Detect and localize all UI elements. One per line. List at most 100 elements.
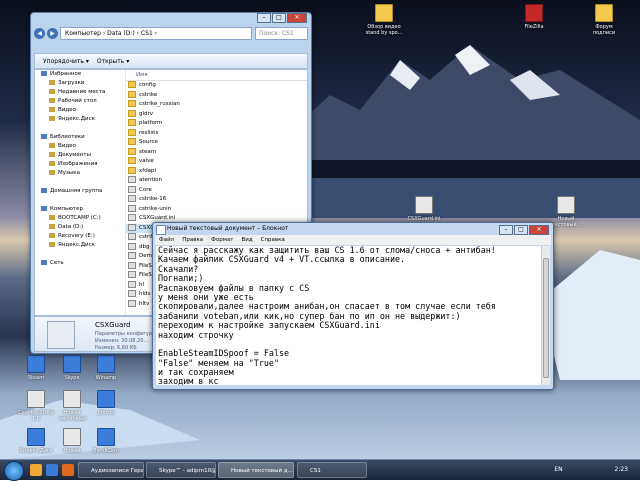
nav-item-label: Рабочий стол [58, 98, 97, 104]
clock[interactable]: 2:23 [615, 466, 628, 473]
menu-item[interactable]: Справка [261, 237, 285, 243]
file-row[interactable]: reslists [126, 128, 307, 139]
language-indicator[interactable]: EN [554, 466, 562, 473]
scrollbar-thumb[interactable] [543, 258, 549, 378]
nav-item-label: Изображения [58, 161, 98, 167]
desktop-icon-counter-strike[interactable]: Counter-Strike 1.6 [16, 390, 56, 422]
file-row[interactable]: config [126, 81, 307, 91]
maximize-icon[interactable]: □ [514, 225, 528, 235]
file-row[interactable]: gldrv [126, 109, 307, 120]
nav-item[interactable]: Компьютер [35, 205, 125, 214]
desktop-icon-bandicam[interactable]: BandiCam [86, 428, 126, 454]
taskbar-button-cs1[interactable]: CS1 [297, 462, 367, 478]
nav-item[interactable]: Избранное [35, 70, 125, 79]
notepad-text-area[interactable]: Сейчас я расскажу как защитить ваш CS 1.… [156, 246, 541, 385]
desktop-icon-steam[interactable]: Steam [16, 355, 56, 381]
notepad-icon [156, 225, 166, 235]
nav-item-icon [49, 89, 55, 94]
file-name: hltv [139, 300, 150, 307]
start-button[interactable] [4, 461, 24, 481]
text-line: Скачали? [158, 263, 199, 274]
close-icon[interactable]: ✕ [529, 225, 549, 235]
organize-button[interactable]: Упорядочить ▾ [43, 58, 89, 65]
nav-item[interactable]: Изображения [35, 160, 125, 169]
file-row[interactable]: valve [126, 157, 307, 167]
desktop-icon-review-folder[interactable]: Обзор видео stand by spo... [364, 4, 404, 36]
details-name: CSXGuard [95, 321, 131, 329]
column-name[interactable]: Имя [126, 70, 206, 80]
nav-item-label: Сеть [50, 260, 64, 266]
nav-item[interactable]: Видео [35, 106, 125, 115]
nav-item-icon [49, 161, 55, 166]
nav-item-label: Компьютер [50, 206, 83, 212]
nav-item[interactable]: Домашняя группа [35, 187, 125, 196]
media-player-icon[interactable] [46, 464, 58, 476]
taskbar-button-audio[interactable]: Аудиозаписи Гераме... [78, 462, 144, 478]
close-icon[interactable]: ✕ [287, 13, 307, 23]
back-button[interactable]: ◀ [34, 27, 45, 39]
menu-item[interactable]: Файл [159, 237, 174, 243]
nav-item[interactable]: Рабочий стол [35, 97, 125, 106]
explorer-quicklaunch-icon[interactable] [30, 464, 42, 476]
browser-icon[interactable] [62, 464, 74, 476]
taskbar-button-skype[interactable]: Skype™ - adiprn10@ps... [146, 462, 216, 478]
file-row[interactable]: platform [126, 119, 307, 129]
desktop-icon-label: Skype [64, 375, 80, 381]
notepad-titlebar[interactable]: Новый текстовый документ – Блокнот – □ ✕ [153, 223, 553, 235]
nav-item[interactable]: Data (D:) [35, 223, 125, 232]
file-row[interactable]: atention [126, 176, 307, 186]
nav-item[interactable]: Яндекс.Диск [35, 115, 125, 124]
file-row[interactable]: steam [126, 147, 307, 158]
file-name: reslists [139, 129, 159, 136]
file-row[interactable]: cstrike-unin [126, 204, 307, 215]
desktop-icon-winamp[interactable]: Winamp [86, 355, 126, 381]
nav-item[interactable]: Библиотеки [35, 133, 125, 142]
menu-item[interactable]: Правка [182, 237, 203, 243]
file-name: cstrike-unin [139, 205, 172, 212]
search-input[interactable]: Поиск: CS1 [255, 26, 308, 40]
file-row[interactable]: Core [126, 185, 307, 196]
nav-item[interactable]: Видео [35, 142, 125, 151]
nav-item[interactable]: Музыка [35, 169, 125, 178]
file-row[interactable]: xfdapi [126, 166, 307, 177]
address-bar[interactable]: Компьютер › Data (D:) › CS1 › [60, 26, 252, 40]
maximize-icon[interactable]: □ [272, 13, 286, 23]
desktop-icon-gfxsup[interactable]: gfxsup [86, 390, 126, 416]
menu-item[interactable]: Вид [241, 237, 252, 243]
desktop-icon-forum-folder[interactable]: Форум подписи [584, 4, 624, 36]
explorer-titlebar[interactable]: – □ ✕ [31, 13, 311, 23]
file-name: Source [139, 139, 158, 145]
vertical-scrollbar[interactable] [541, 246, 550, 385]
menu-item[interactable]: Формат [211, 237, 233, 243]
winamp-icon [97, 355, 115, 373]
nav-item[interactable]: Документы [35, 151, 125, 160]
nav-item-label: Недавние места [58, 89, 106, 95]
folder-icon [128, 90, 136, 98]
file-row[interactable]: cstrike_russian [126, 100, 307, 110]
nav-item[interactable]: Recovery (E:) [35, 232, 125, 241]
file-icon [128, 299, 136, 307]
nav-item[interactable]: Сеть [35, 259, 125, 268]
notepad-window[interactable]: Новый текстовый документ – Блокнот – □ ✕… [152, 222, 554, 390]
nav-item[interactable]: Недавние места [35, 88, 125, 97]
nav-item[interactable]: BOOTCAMP (C:) [35, 214, 125, 223]
navigation-pane[interactable]: Избранное Загрузки Недавние места Рабочий с… [35, 70, 126, 315]
file-row[interactable]: cstrike [126, 90, 307, 101]
forward-button[interactable]: ▶ [47, 27, 58, 39]
file-row[interactable]: cstrike-16 [126, 195, 307, 205]
file-row[interactable]: Source [126, 138, 307, 148]
minimize-icon[interactable]: – [499, 225, 513, 235]
counter-strike-icon [27, 390, 45, 408]
desktop-icon-filezilla[interactable]: FileZilla [514, 4, 554, 30]
app-icon [97, 390, 115, 408]
open-button[interactable]: Открыть ▾ [97, 58, 129, 65]
taskbar-button-notepad[interactable]: Новый текстовый д... [218, 462, 294, 478]
desktop-icon-yandex-disk[interactable]: Яндекс.Диск [16, 428, 56, 454]
nav-item-icon [41, 206, 47, 211]
desktop-icon-csxguard-ini[interactable]: CSXGuard.ini [404, 196, 444, 222]
minimize-icon[interactable]: – [257, 13, 271, 23]
nav-item[interactable]: Загрузки [35, 79, 125, 88]
nav-item[interactable]: Яндекс.Диск [35, 241, 125, 250]
